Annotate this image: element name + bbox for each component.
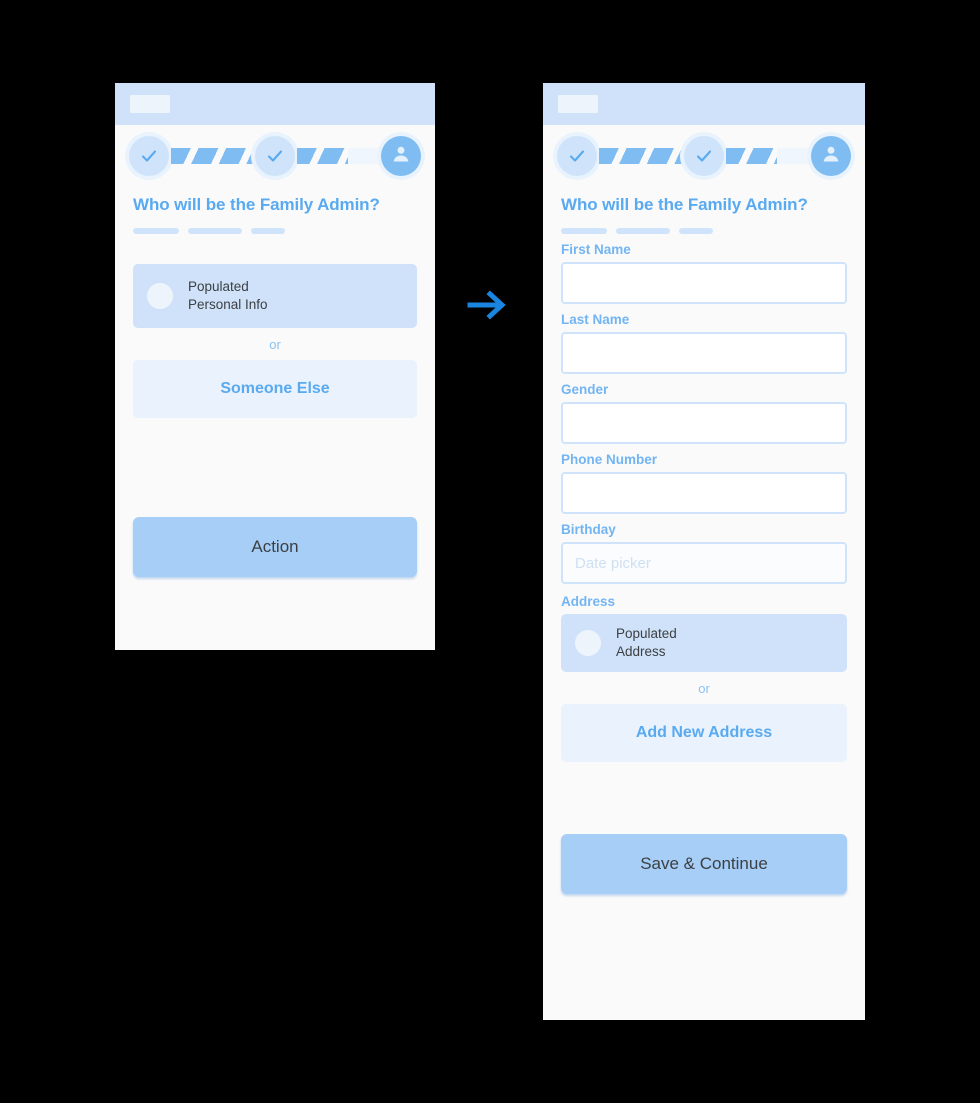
phone-screen-before: Who will be the Family Admin? Populated … bbox=[115, 83, 435, 650]
check-icon bbox=[265, 146, 285, 166]
logo-placeholder bbox=[558, 95, 598, 113]
field-phone-number: Phone Number bbox=[561, 452, 847, 514]
app-header-bar bbox=[543, 83, 865, 125]
check-icon bbox=[694, 146, 714, 166]
screen-body-after: Who will be the Family Admin? First Name… bbox=[543, 195, 865, 894]
last-name-input[interactable] bbox=[561, 332, 847, 374]
step-3-active[interactable] bbox=[377, 132, 425, 180]
step-disc bbox=[129, 136, 169, 176]
step-1-completed[interactable] bbox=[553, 132, 601, 180]
save-and-continue-button[interactable]: Save & Continue bbox=[561, 834, 847, 894]
birthday-placeholder: Date picker bbox=[575, 554, 651, 572]
phone-screen-after: Who will be the Family Admin? First Name… bbox=[543, 83, 865, 1020]
person-icon bbox=[389, 142, 413, 171]
step-3-active[interactable] bbox=[807, 132, 855, 180]
radio-button[interactable] bbox=[575, 630, 601, 656]
page-title: Who will be the Family Admin? bbox=[133, 195, 380, 214]
field-gender: Gender bbox=[561, 382, 847, 444]
person-icon bbox=[819, 142, 843, 171]
step-disc bbox=[557, 136, 597, 176]
field-label: Birthday bbox=[561, 522, 616, 537]
step-2-completed[interactable] bbox=[251, 132, 299, 180]
field-last-name: Last Name bbox=[561, 312, 847, 374]
step-disc bbox=[684, 136, 724, 176]
step-connector-2 bbox=[726, 148, 809, 164]
step-1-completed[interactable] bbox=[125, 132, 173, 180]
connector-fill bbox=[726, 148, 778, 164]
placeholder-bar bbox=[251, 228, 285, 234]
radio-option-address[interactable]: Populated Address bbox=[561, 614, 847, 672]
placeholder-bar bbox=[616, 228, 670, 234]
app-header-bar bbox=[115, 83, 435, 125]
field-label: Last Name bbox=[561, 312, 630, 327]
step-connector-1 bbox=[171, 148, 253, 164]
action-button[interactable]: Action bbox=[133, 517, 417, 577]
radio-option-personal-info[interactable]: Populated Personal Info bbox=[133, 264, 417, 328]
field-label: First Name bbox=[561, 242, 631, 257]
radio-button[interactable] bbox=[147, 283, 173, 309]
birthday-date-picker[interactable]: Date picker bbox=[561, 542, 847, 584]
phone-number-input[interactable] bbox=[561, 472, 847, 514]
connector-fill bbox=[297, 148, 348, 164]
someone-else-button[interactable]: Someone Else bbox=[133, 360, 417, 418]
or-divider-label: or bbox=[269, 337, 281, 352]
page-title: Who will be the Family Admin? bbox=[561, 195, 808, 214]
step-disc bbox=[255, 136, 295, 176]
connector-fill bbox=[171, 148, 253, 164]
check-icon bbox=[567, 146, 587, 166]
radio-option-label: Populated Address bbox=[616, 626, 677, 659]
screen-body-before: Who will be the Family Admin? Populated … bbox=[115, 195, 435, 577]
text-placeholder-bars bbox=[561, 228, 847, 234]
progress-stepper bbox=[543, 125, 865, 187]
field-label: Phone Number bbox=[561, 452, 658, 467]
step-disc bbox=[381, 136, 421, 176]
field-birthday: Birthday Date picker bbox=[561, 522, 847, 584]
arrow-right-icon bbox=[466, 284, 514, 326]
placeholder-bar bbox=[679, 228, 713, 234]
placeholder-bar bbox=[188, 228, 242, 234]
check-icon bbox=[139, 146, 159, 166]
step-connector-1 bbox=[599, 148, 682, 164]
logo-placeholder bbox=[130, 95, 170, 113]
field-label: Gender bbox=[561, 382, 609, 397]
or-divider-label: or bbox=[698, 681, 710, 696]
address-section-label: Address bbox=[561, 594, 616, 609]
add-new-address-button[interactable]: Add New Address bbox=[561, 704, 847, 762]
step-disc bbox=[811, 136, 851, 176]
connector-fill bbox=[599, 148, 682, 164]
placeholder-bar bbox=[133, 228, 179, 234]
progress-stepper bbox=[115, 125, 435, 187]
field-first-name: First Name bbox=[561, 242, 847, 304]
radio-option-label: Populated Personal Info bbox=[188, 279, 268, 312]
step-connector-2 bbox=[297, 148, 379, 164]
placeholder-bar bbox=[561, 228, 607, 234]
step-2-completed[interactable] bbox=[680, 132, 728, 180]
gender-input[interactable] bbox=[561, 402, 847, 444]
first-name-input[interactable] bbox=[561, 262, 847, 304]
